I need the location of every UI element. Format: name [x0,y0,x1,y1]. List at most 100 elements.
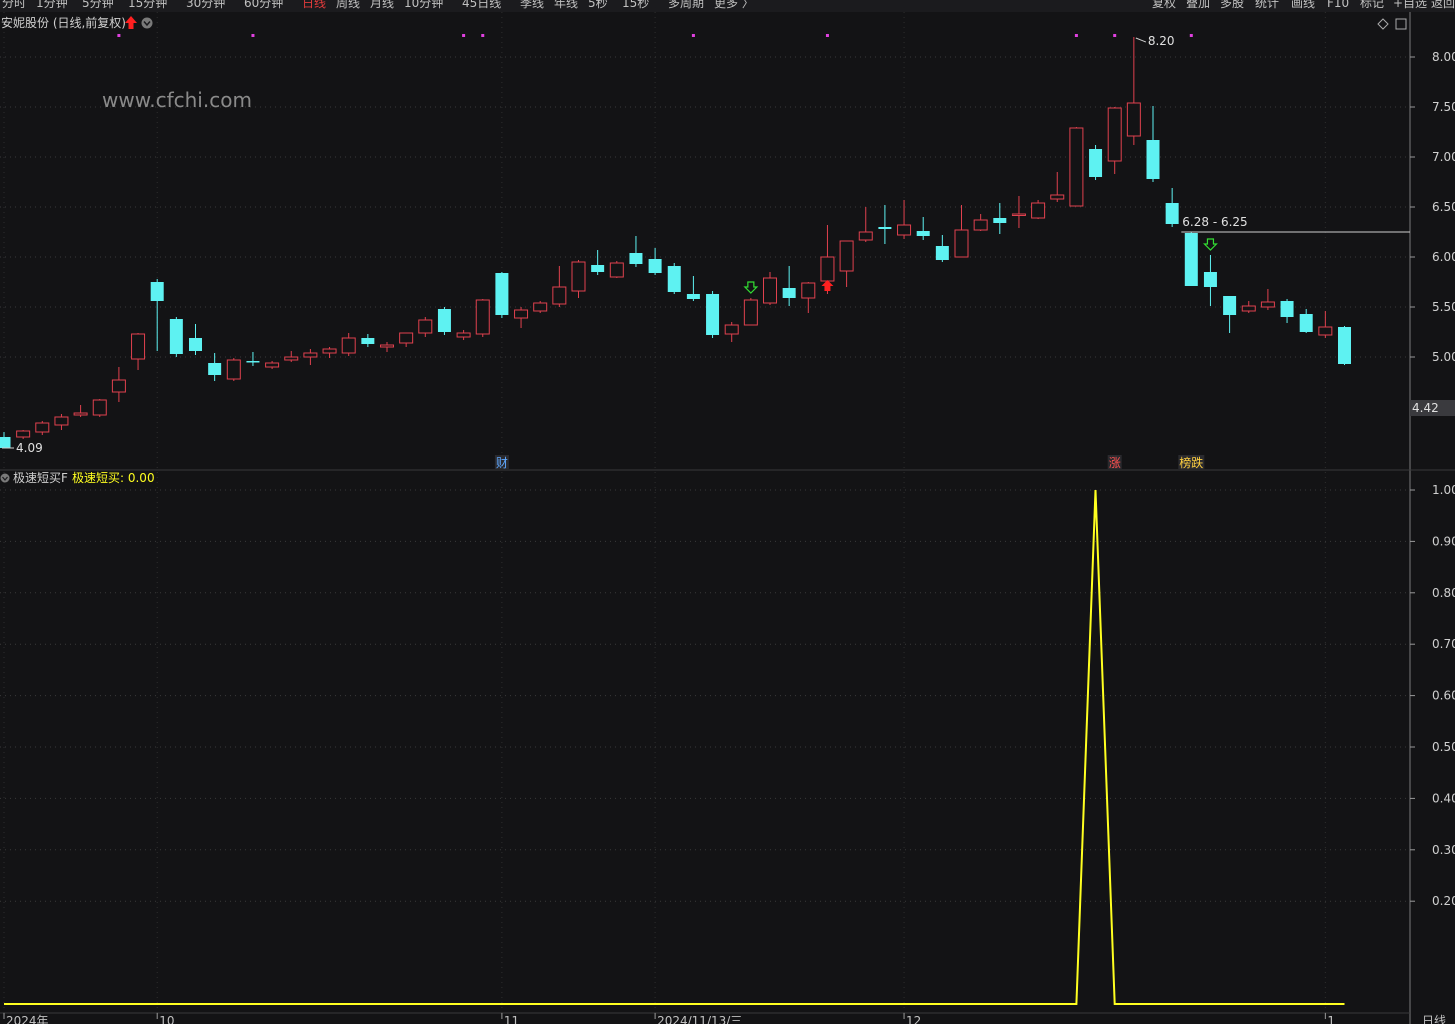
indicator-tick-label: 0.70 [1432,637,1455,651]
candle-body-up [763,277,777,304]
candle-body-up [380,344,394,348]
candle-body-down [1223,296,1237,315]
candle-body-up [858,231,873,241]
candle-body-up [820,256,835,282]
marker-dot [251,34,255,37]
x-axis-period: 日线 [1422,1014,1446,1024]
marker-dot [1113,34,1117,37]
candle-body-up [475,299,490,335]
candle-body-up [111,379,126,393]
range-label: 6.28 - 6.25 [1182,215,1247,229]
candle-body-up [399,332,414,344]
candle-body-up [1126,102,1141,137]
candle-body-up [131,333,146,360]
price-tick-label: 5.00 [1432,350,1455,364]
candle-body-down [1146,140,1160,179]
candle-body-up [73,412,88,416]
low-price-label: 4.09 [16,441,43,455]
stock-chart: www.cfchi.com 安妮股份 (日线,前复权) 8.20 4.09 6.… [0,12,1455,1024]
candle-body-down [1280,301,1294,317]
candle-body-down [706,294,720,335]
candle-body-up [514,309,529,319]
chevron-down-icon[interactable] [0,473,10,483]
event-label: 榜跌 [1179,455,1203,470]
candle-body-up [92,399,107,416]
price-tick-label: 7.00 [1432,150,1455,164]
candle-body-up [1260,301,1275,308]
candle-body-up [54,416,69,426]
x-tick-label: 2024/11/13/三 [657,1014,742,1024]
candle-body-up [303,352,318,358]
chart-background [0,12,1455,1024]
candle-body-up [839,240,854,272]
x-tick-label: 2024年 [6,1014,49,1024]
candle-body-down [591,265,605,272]
candle-body-up [1011,213,1026,216]
candle-body-up [973,219,988,231]
price-tick-label: 6.50 [1432,200,1455,214]
price-tick-label: 6.00 [1432,250,1455,264]
marker-dot [462,34,466,37]
marker-dot [691,34,695,37]
candle-body-down [629,253,643,264]
candle-body-down [1184,233,1198,286]
price-tick-label: 5.50 [1432,300,1455,314]
x-tick-label: 1 [1327,1014,1335,1024]
candle-body-up [743,299,758,326]
price-tick-label: 8.00 [1432,50,1455,64]
candle-body-up [456,332,471,338]
x-tick-label: 12 [906,1014,921,1024]
candle-body-down [916,231,930,236]
candle-body-up [724,324,739,335]
candle-body-down [878,227,892,229]
candle-body-up [552,286,567,305]
candle-body-down [686,294,700,299]
event-label: 涨 [1109,455,1121,470]
candle-body-down [993,218,1007,223]
candle-body-down [1165,203,1179,224]
marker-dot [481,34,485,37]
candle-body-down [1299,314,1313,332]
event-label: 财 [496,456,508,470]
candle-body-up [265,362,280,368]
indicator-tick-label: 0.60 [1432,689,1455,703]
candle-body-up [1241,305,1256,312]
candle-body-down [208,363,222,375]
indicator-tick-label: 1.00 [1432,483,1455,497]
candle-body-down [648,259,662,273]
candle-body-down [935,246,949,260]
indicator-tick-label: 0.20 [1432,894,1455,908]
candle-body-up [341,337,356,354]
candle-body-down [1203,272,1217,287]
candle-body-up [1107,107,1122,162]
last-price-tag-text: 4.42 [1412,401,1439,415]
candle-body-up [284,356,299,361]
marker-dot [1074,34,1078,37]
indicator-header: 极速短买F 极速短买: 0.00 [0,471,155,485]
candle-body-down [437,309,451,332]
candle-body-up [1050,194,1065,200]
main-panel-title: 安妮股份 (日线,前复权) [1,15,126,30]
marker-dot [117,34,121,37]
candle-body-down [495,273,509,315]
high-price-label: 8.20 [1148,34,1175,48]
price-tick-label: 7.50 [1432,100,1455,114]
marker-dot [1189,34,1193,37]
indicator-tick-label: 0.80 [1432,586,1455,600]
candle-body-up [533,302,548,312]
candle-body-up [1318,326,1333,336]
candle-body-up [571,261,586,292]
candle-body-down [782,288,796,298]
candle-body-down [361,338,375,344]
marker-dot [825,34,829,37]
candle-body-up [801,282,816,299]
candle-body-up [609,262,624,278]
candle-body-up [897,224,912,236]
candle-body-up [418,319,433,334]
candle-body-up [16,430,31,438]
chevron-down-icon[interactable] [141,17,153,29]
candle-body-down [169,319,183,354]
candle-body-up [1031,202,1046,219]
indicator-tick-label: 0.90 [1432,534,1455,548]
indicator-name: 极速短买F [13,471,68,485]
